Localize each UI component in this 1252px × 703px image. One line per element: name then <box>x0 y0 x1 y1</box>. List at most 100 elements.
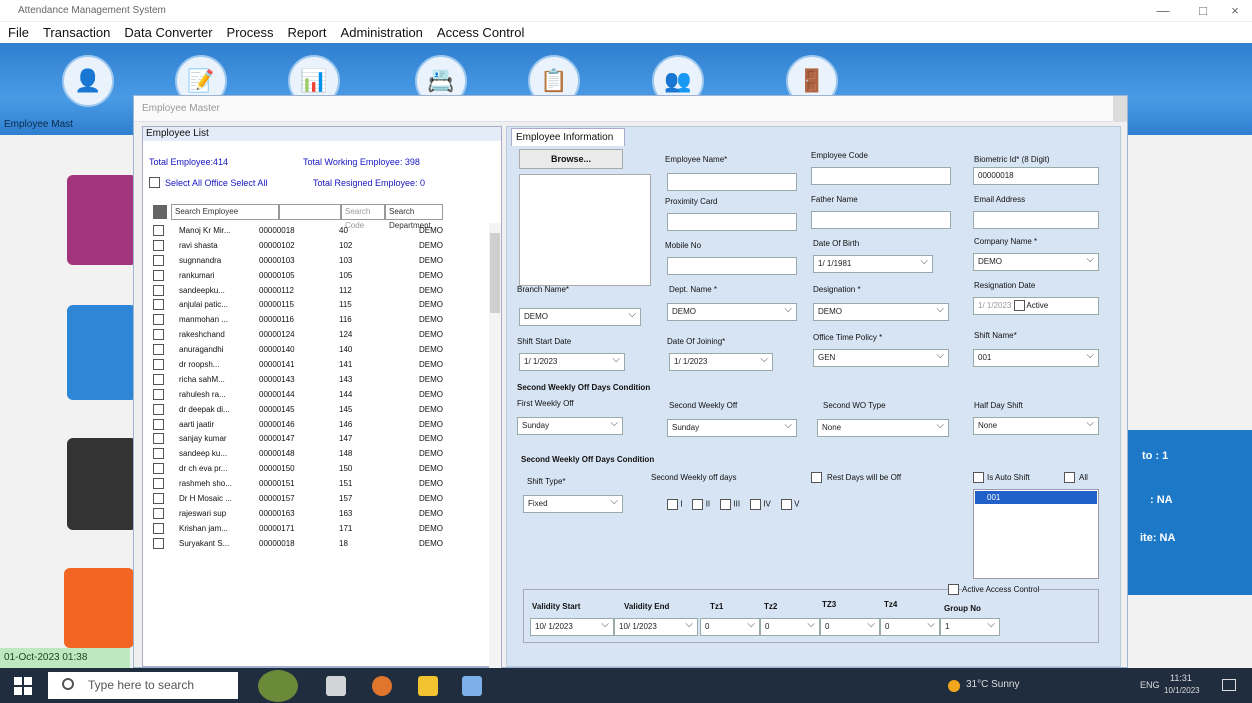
row-checkbox[interactable] <box>153 224 164 236</box>
group-select[interactable]: 1 <box>940 618 1000 636</box>
row-checkbox[interactable] <box>153 463 164 475</box>
dept-select[interactable]: DEMO <box>667 303 797 321</box>
mobile-input[interactable] <box>667 257 797 275</box>
row-checkbox[interactable] <box>153 433 164 445</box>
branch-select[interactable]: DEMO <box>519 308 641 326</box>
task-view-icon[interactable] <box>326 676 346 696</box>
validity-start-picker[interactable]: 10/ 1/2023 <box>530 618 614 636</box>
table-row[interactable]: Krishan jam... 00000171 171 DEMO <box>143 521 488 536</box>
app-icon[interactable] <box>462 676 482 696</box>
employee-name-input[interactable] <box>667 173 797 191</box>
table-row[interactable]: sugnnandra 00000103 103 DEMO <box>143 253 488 268</box>
tab-employee-information[interactable]: Employee Information <box>511 128 625 146</box>
menu-access-control[interactable]: Access Control <box>437 25 524 40</box>
tz2-select[interactable]: 0 <box>760 618 820 636</box>
second-wo-select[interactable]: Sunday <box>667 419 797 437</box>
father-name-input[interactable] <box>811 211 951 229</box>
designation-select[interactable]: DEMO <box>813 303 949 321</box>
rest-days-checkbox[interactable] <box>811 472 822 483</box>
row-checkbox[interactable] <box>153 299 164 311</box>
table-row[interactable]: rakeshchand 00000124 124 DEMO <box>143 327 488 342</box>
search-code-input[interactable]: Search Code <box>341 204 385 230</box>
shift-start-picker[interactable]: 1/ 1/2023 <box>519 353 625 371</box>
list-scrollbar[interactable] <box>489 223 501 668</box>
row-checkbox[interactable] <box>153 314 164 326</box>
table-row[interactable]: sanjay kumar 00000147 147 DEMO <box>143 431 488 446</box>
row-checkbox[interactable] <box>153 388 164 400</box>
menu-data-converter[interactable]: Data Converter <box>124 25 212 40</box>
scroll-thumb[interactable] <box>490 233 500 313</box>
table-row[interactable]: rashmeh sho... 00000151 151 DEMO <box>143 476 488 491</box>
table-row[interactable]: richa sahM... 00000143 143 DEMO <box>143 372 488 387</box>
shift-name-select[interactable]: 001 <box>973 349 1099 367</box>
table-row[interactable]: aarti jaatir 00000146 146 DEMO <box>143 417 488 432</box>
biometric-input[interactable]: 00000018 <box>973 167 1099 185</box>
menu-file[interactable]: File <box>8 25 29 40</box>
table-row[interactable]: sandeepku... 00000112 112 DEMO <box>143 283 488 298</box>
search-employee-input[interactable]: Search Employee <box>171 204 279 220</box>
row-checkbox[interactable] <box>153 448 164 460</box>
week-1-checkbox[interactable] <box>667 499 678 510</box>
row-checkbox[interactable] <box>153 418 164 430</box>
tz4-select[interactable]: 0 <box>880 618 940 636</box>
row-checkbox[interactable] <box>153 537 164 549</box>
row-checkbox[interactable] <box>153 492 164 504</box>
windows-start-icon[interactable] <box>14 677 32 695</box>
table-row[interactable]: sandeep ku... 00000148 148 DEMO <box>143 446 488 461</box>
row-checkbox[interactable] <box>153 358 164 370</box>
table-row[interactable]: manmohan ... 00000116 116 DEMO <box>143 312 488 327</box>
validity-end-picker[interactable]: 10/ 1/2023 <box>614 618 698 636</box>
browser-icon[interactable] <box>372 676 392 696</box>
tz1-select[interactable]: 0 <box>700 618 760 636</box>
row-checkbox[interactable] <box>153 507 164 519</box>
week-5-checkbox[interactable] <box>780 499 792 510</box>
table-row[interactable]: Manoj Kr Mir... 00000018 40 DEMO <box>143 223 488 238</box>
table-row[interactable]: dr deepak di... 00000145 145 DEMO <box>143 402 488 417</box>
proximity-input[interactable] <box>667 213 797 231</box>
row-checkbox[interactable] <box>153 329 164 341</box>
half-day-select[interactable]: None <box>973 417 1099 435</box>
search-department-input[interactable]: Search Department <box>385 204 443 230</box>
auto-shift-checkbox[interactable] <box>973 472 984 483</box>
row-checkbox[interactable] <box>153 478 164 490</box>
table-row[interactable]: Suryakant S... 00000018 18 DEMO <box>143 536 488 551</box>
search-blank-input[interactable] <box>279 204 341 220</box>
company-select[interactable]: DEMO <box>973 253 1099 271</box>
select-all-checkbox[interactable] <box>149 177 160 188</box>
employee-code-input[interactable] <box>811 167 951 185</box>
office-policy-select[interactable]: GEN <box>813 349 949 367</box>
table-row[interactable]: rankumari 00000105 105 DEMO <box>143 268 488 283</box>
resign-date-picker[interactable]: 1/ 1/2023 Active <box>973 297 1099 315</box>
second-wo-type-select[interactable]: None <box>817 419 949 437</box>
doj-picker[interactable]: 1/ 1/2023 <box>669 353 773 371</box>
row-checkbox[interactable] <box>153 239 164 251</box>
language-indicator[interactable]: ENG <box>1140 680 1160 690</box>
menu-transaction[interactable]: Transaction <box>43 25 110 40</box>
row-checkbox[interactable] <box>153 373 164 385</box>
email-input[interactable] <box>973 211 1099 229</box>
dashboard-tile-dark[interactable] <box>67 438 137 530</box>
week-3-checkbox[interactable] <box>720 499 732 510</box>
first-wo-select[interactable]: Sunday <box>517 417 623 435</box>
table-row[interactable]: anuragandhi 00000140 140 DEMO <box>143 342 488 357</box>
row-checkbox[interactable] <box>153 344 164 356</box>
menu-process[interactable]: Process <box>227 25 274 40</box>
table-row[interactable]: ravi shasta 00000102 102 DEMO <box>143 238 488 253</box>
access-control-checkbox[interactable] <box>948 584 959 595</box>
table-row[interactable]: rahulesh ra... 00000144 144 DEMO <box>143 387 488 402</box>
table-row[interactable]: anjulai patic... 00000115 115 DEMO <box>143 297 488 312</box>
notification-icon[interactable] <box>1222 679 1236 691</box>
week-2-checkbox[interactable] <box>692 499 704 510</box>
dashboard-tile-orange[interactable] <box>64 568 134 648</box>
minimize-button[interactable]: — <box>1148 2 1178 20</box>
dashboard-tile-pink[interactable] <box>67 175 137 265</box>
dialog-close-button[interactable] <box>1113 96 1127 122</box>
week-4-checkbox[interactable] <box>750 499 762 510</box>
row-checkbox[interactable] <box>153 269 164 281</box>
all-checkbox[interactable] <box>1064 472 1075 483</box>
dashboard-tile-blue[interactable] <box>67 305 137 400</box>
table-row[interactable]: dr roopsh... 00000141 141 DEMO <box>143 357 488 372</box>
maximize-button[interactable]: □ <box>1188 2 1218 20</box>
table-row[interactable]: dr ch eva pr... 00000150 150 DEMO <box>143 461 488 476</box>
taskbar-search-input[interactable]: Type here to search <box>48 672 238 699</box>
